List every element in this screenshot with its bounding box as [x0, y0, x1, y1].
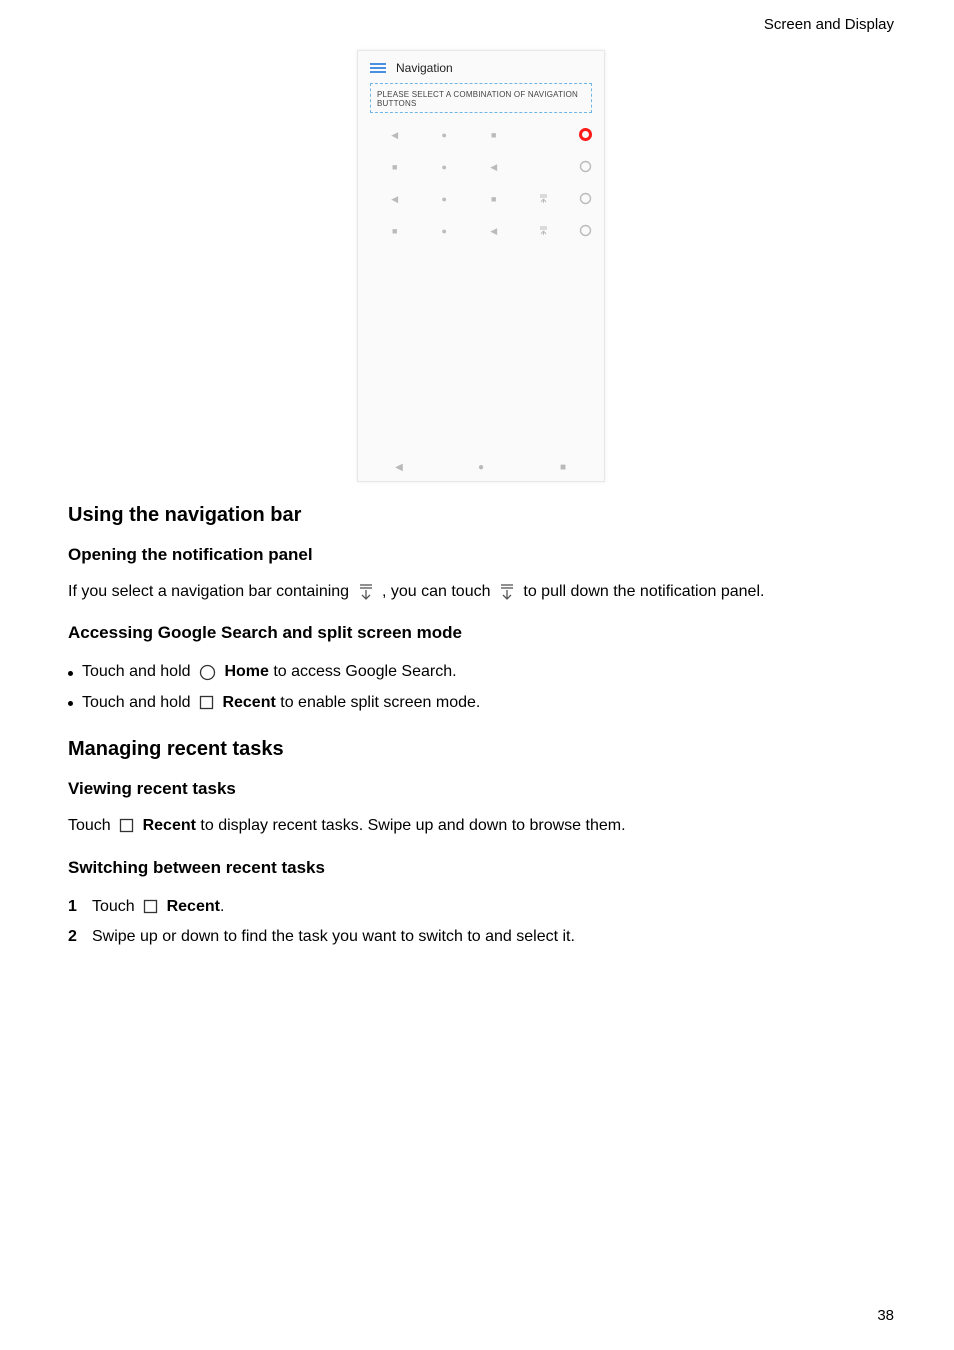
- heading-switch-tasks: Switching between recent tasks: [68, 858, 894, 878]
- home-circle-icon: ●: [420, 194, 470, 204]
- section-header: Screen and Display: [764, 16, 894, 33]
- list-item: Touch and hold Recent to enable split sc…: [68, 688, 894, 718]
- bullet-list: Touch and hold Home to access Google Sea…: [68, 657, 894, 718]
- back-triangle-icon: ◀: [370, 194, 420, 205]
- hamburger-icon: [370, 61, 386, 75]
- pulldown-icon: [519, 194, 569, 205]
- screenshot-banner: PLEASE SELECT A COMBINATION OF NAVIGATIO…: [370, 83, 592, 113]
- recent-square-icon: ■: [370, 226, 420, 236]
- text: Touch: [68, 817, 115, 834]
- heading-open-panel: Opening the notification panel: [68, 545, 894, 565]
- pulldown-icon: [499, 583, 515, 601]
- back-triangle-icon: ◀: [370, 130, 420, 141]
- list-number: 2: [68, 922, 77, 952]
- text: to enable split screen mode.: [280, 694, 480, 711]
- text: .: [220, 898, 224, 915]
- radio-selected-icon: [568, 128, 592, 143]
- radio-unselected-icon: [568, 224, 592, 239]
- home-circle-icon: [199, 664, 216, 681]
- text-bold: Home: [224, 663, 268, 680]
- recent-square-icon: [199, 695, 214, 710]
- recent-square-icon: [143, 899, 158, 914]
- text: Touch: [92, 898, 139, 915]
- paragraph-view-tasks: Touch Recent to display recent tasks. Sw…: [68, 813, 894, 839]
- page-content: Navigation PLEASE SELECT A COMBINATION O…: [68, 50, 894, 964]
- numbered-list: 1 Touch Recent. 2 Swipe up or down to fi…: [68, 892, 894, 953]
- pulldown-icon: [358, 583, 374, 601]
- radio-unselected-icon: [568, 192, 592, 207]
- text: If you select a navigation bar containin…: [68, 583, 354, 600]
- list-number: 1: [68, 892, 77, 922]
- heading-using-nav-bar: Using the navigation bar: [68, 504, 894, 527]
- back-triangle-icon: ◀: [469, 226, 519, 237]
- nav-option-row: ◀ ● ■: [370, 183, 592, 215]
- phone-screenshot: Navigation PLEASE SELECT A COMBINATION O…: [357, 50, 605, 482]
- text: to pull down the notification panel.: [523, 583, 764, 600]
- text: Touch and hold: [82, 694, 195, 711]
- text-bold: Recent: [143, 817, 196, 834]
- back-triangle-icon: ◀: [469, 162, 519, 173]
- paragraph-open-panel: If you select a navigation bar containin…: [68, 579, 894, 605]
- text: Touch and hold: [82, 663, 195, 680]
- recent-square-icon: ■: [370, 162, 420, 172]
- text: to display recent tasks. Swipe up and do…: [200, 817, 625, 834]
- back-triangle-icon: ◀: [358, 462, 440, 473]
- nav-option-row: ■ ● ◀: [370, 151, 592, 183]
- home-circle-icon: ●: [420, 130, 470, 140]
- radio-unselected-icon: [568, 160, 592, 175]
- list-item: Touch and hold Home to access Google Sea…: [68, 657, 894, 687]
- pulldown-icon: [519, 226, 569, 237]
- screenshot-title: Navigation: [396, 61, 453, 75]
- heading-managing-tasks: Managing recent tasks: [68, 738, 894, 761]
- nav-option-row: ■ ● ◀: [370, 215, 592, 247]
- text: , you can touch: [382, 583, 495, 600]
- text: to access Google Search.: [273, 663, 456, 680]
- screenshot-header: Navigation: [370, 61, 592, 75]
- heading-google-split: Accessing Google Search and split screen…: [68, 623, 894, 643]
- recent-square-icon: [119, 818, 134, 833]
- text-bold: Recent: [167, 898, 220, 915]
- text: Swipe up or down to find the task you wa…: [92, 928, 575, 945]
- home-circle-icon: ●: [420, 226, 470, 236]
- nav-option-row: ◀ ● ■: [370, 119, 592, 151]
- recent-square-icon: ■: [469, 130, 519, 140]
- home-circle-icon: ●: [420, 162, 470, 172]
- page-number: 38: [877, 1307, 894, 1324]
- list-item: 1 Touch Recent.: [68, 892, 894, 922]
- text-bold: Recent: [222, 694, 275, 711]
- recent-square-icon: ■: [522, 462, 604, 473]
- recent-square-icon: ■: [469, 194, 519, 204]
- screenshot-footer-nav: ◀ ● ■: [358, 462, 604, 473]
- heading-view-tasks: Viewing recent tasks: [68, 779, 894, 799]
- list-item: 2 Swipe up or down to find the task you …: [68, 922, 894, 952]
- home-circle-icon: ●: [440, 462, 522, 473]
- screenshot-container: Navigation PLEASE SELECT A COMBINATION O…: [68, 50, 894, 482]
